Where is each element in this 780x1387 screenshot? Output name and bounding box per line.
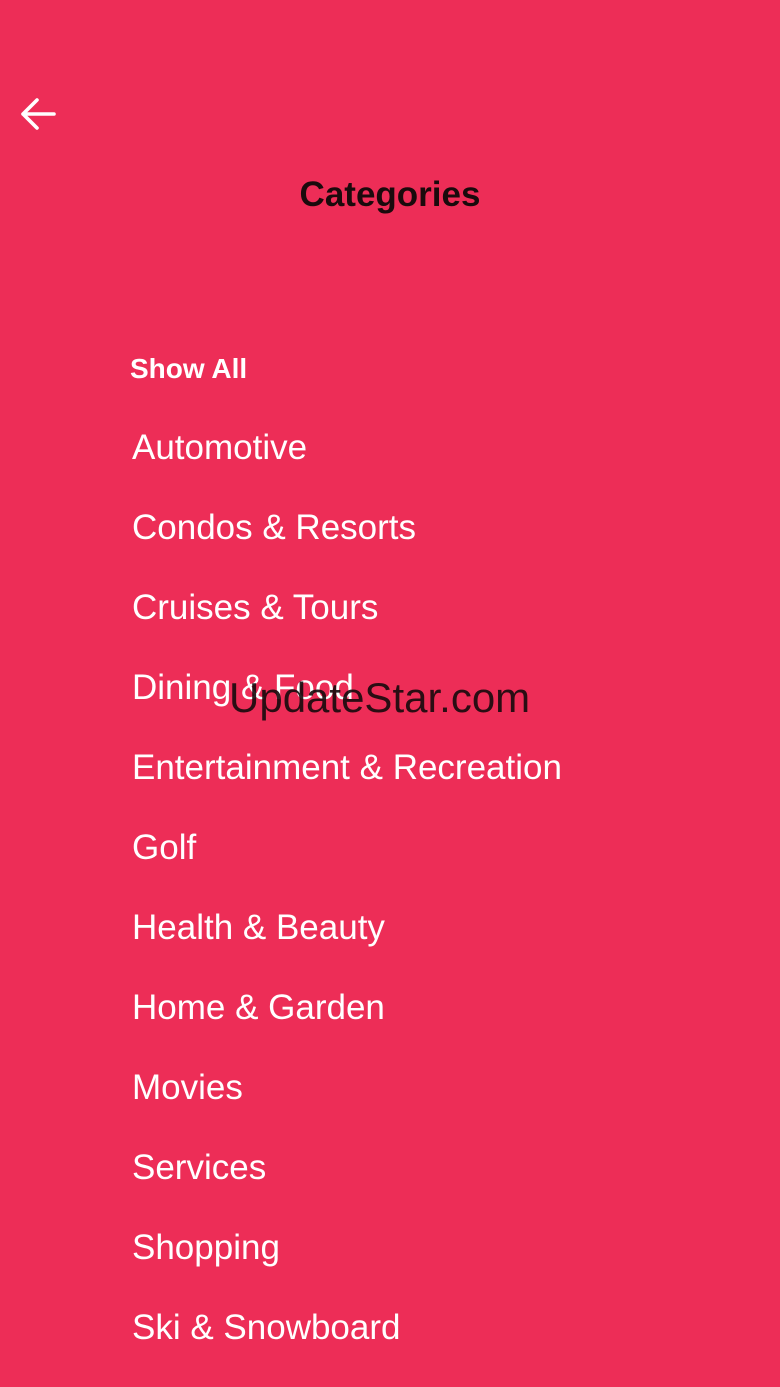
- category-entertainment-recreation[interactable]: Entertainment & Recreation: [132, 742, 562, 794]
- category-golf[interactable]: Golf: [132, 822, 196, 874]
- category-dining-food[interactable]: Dining & Food: [132, 662, 354, 714]
- category-condos-resorts[interactable]: Condos & Resorts: [132, 502, 416, 554]
- category-home-garden[interactable]: Home & Garden: [132, 982, 385, 1034]
- category-cruises-tours[interactable]: Cruises & Tours: [132, 582, 378, 634]
- category-automotive[interactable]: Automotive: [132, 422, 307, 474]
- category-ski-snowboard[interactable]: Ski & Snowboard: [132, 1302, 400, 1354]
- category-show-all[interactable]: Show All: [130, 343, 247, 395]
- category-shopping[interactable]: Shopping: [132, 1222, 280, 1274]
- categories-screen: Categories Show All Automotive Condos & …: [0, 0, 780, 1387]
- category-health-beauty[interactable]: Health & Beauty: [132, 902, 385, 954]
- category-movies[interactable]: Movies: [132, 1062, 243, 1114]
- category-list: Show All Automotive Condos & Resorts Cru…: [0, 0, 780, 1387]
- category-services[interactable]: Services: [132, 1142, 266, 1194]
